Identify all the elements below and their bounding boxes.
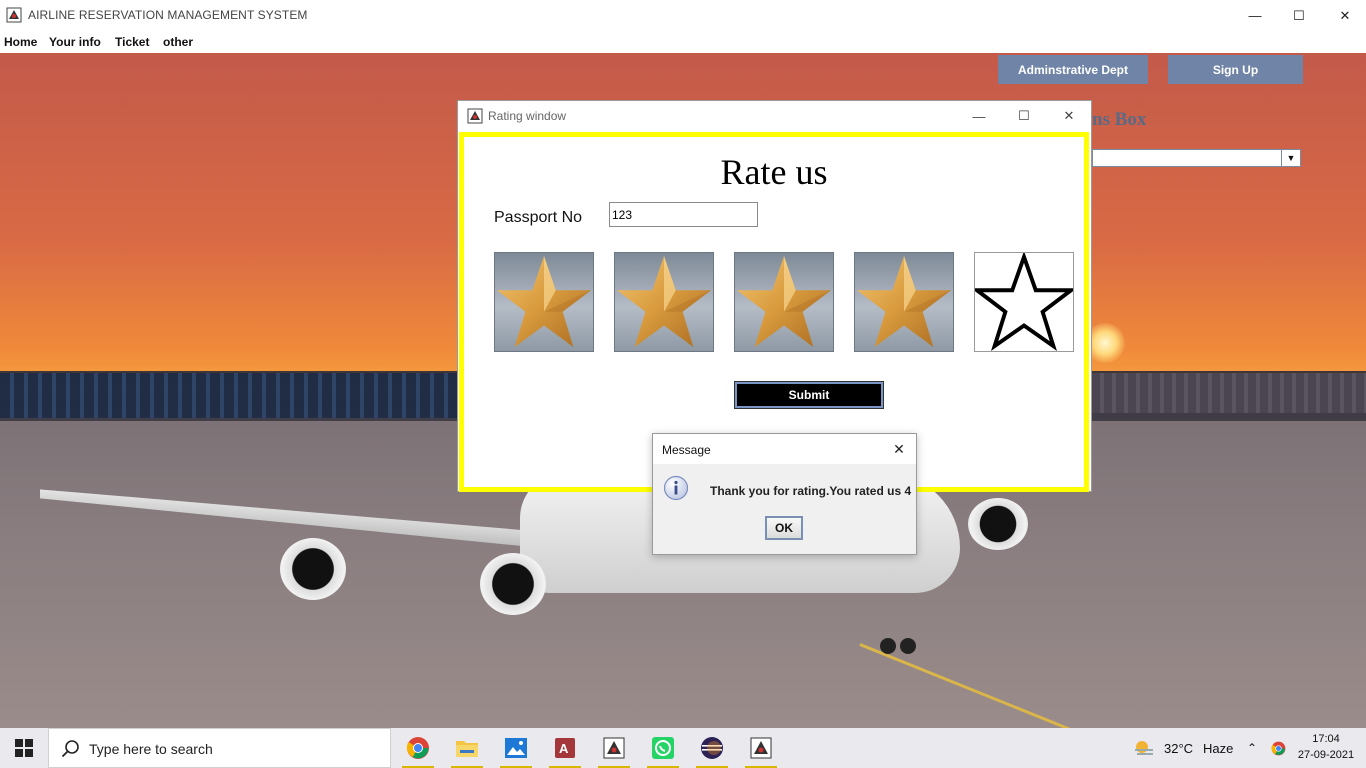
landing-gear xyxy=(880,638,896,654)
rating-maximize-button[interactable]: ☐ xyxy=(1001,101,1047,131)
star-filled-icon xyxy=(496,255,592,348)
message-close-button[interactable]: ✕ xyxy=(886,437,912,461)
menu-bar: Home Your info Ticket other xyxy=(0,31,1366,54)
show-hidden-icons-button[interactable]: ⌃ xyxy=(1247,728,1257,768)
landing-gear xyxy=(900,638,916,654)
clock-date: 27-09-2021 xyxy=(1297,749,1355,761)
maximize-icon: ☐ xyxy=(1018,108,1030,123)
taskbar-java-app[interactable] xyxy=(594,728,634,768)
airplane-engine xyxy=(480,553,546,615)
questions-dropdown[interactable]: ▼ xyxy=(1092,149,1301,167)
taskbar: Type here to search A 32°C Haze ⌃ 17:04 … xyxy=(0,728,1366,768)
chevron-down-icon[interactable]: ▼ xyxy=(1281,150,1300,166)
chrome-icon xyxy=(406,737,429,759)
clock-time: 17:04 xyxy=(1312,733,1340,745)
menu-ticket[interactable]: Ticket xyxy=(115,35,149,49)
star-filled-icon xyxy=(856,255,952,348)
minimize-button[interactable]: — xyxy=(1232,0,1278,31)
menu-your-info[interactable]: Your info xyxy=(49,35,101,49)
maximize-icon: ☐ xyxy=(1293,7,1305,23)
app-title-bar: AIRLINE RESERVATION MANAGEMENT SYSTEM — … xyxy=(0,0,1366,31)
airport-terminal xyxy=(0,373,470,418)
taskbar-search-box[interactable]: Type here to search xyxy=(48,728,391,768)
search-icon xyxy=(61,740,79,758)
airport-terminal-right xyxy=(1092,373,1366,413)
weather-widget[interactable]: 32°C Haze xyxy=(1133,728,1233,768)
maximize-button[interactable]: ☐ xyxy=(1276,0,1322,31)
eclipse-icon xyxy=(701,737,723,759)
close-icon: ✕ xyxy=(1063,108,1075,123)
rating-minimize-button[interactable]: — xyxy=(956,101,1002,131)
page-title: Rate us xyxy=(720,152,828,192)
tray-chrome[interactable] xyxy=(1271,728,1286,768)
airplane-engine xyxy=(968,498,1028,550)
taskbar-access[interactable]: A xyxy=(545,728,585,768)
taskbar-java-app-2[interactable] xyxy=(741,728,781,768)
whatsapp-icon xyxy=(652,737,674,759)
close-button[interactable]: ✕ xyxy=(1322,0,1366,31)
photos-icon xyxy=(505,738,527,758)
haze-weather-icon xyxy=(1135,741,1153,755)
message-text: Thank you for rating.You rated us 4 xyxy=(710,484,912,498)
message-dialog: Message ✕ Thank you for rating.You rated… xyxy=(652,433,917,555)
menu-other[interactable]: other xyxy=(163,35,193,49)
chevron-up-icon: ⌃ xyxy=(1247,741,1258,755)
file-explorer-icon xyxy=(456,741,478,757)
administrative-dept-button[interactable]: Adminstrative Dept xyxy=(998,55,1148,84)
rating-close-button[interactable]: ✕ xyxy=(1046,101,1092,131)
passport-input[interactable] xyxy=(609,202,758,227)
message-title-bar: Message ✕ xyxy=(653,434,916,464)
taskbar-clock[interactable]: 17:04 27-09-2021 xyxy=(1296,731,1356,763)
java-app-icon xyxy=(603,737,625,759)
weather-temperature: 32°C xyxy=(1164,740,1194,756)
star-filled-icon xyxy=(616,255,712,348)
minimize-icon: — xyxy=(972,108,986,124)
questions-box-label: ns Box xyxy=(1092,109,1147,130)
svg-text:A: A xyxy=(559,741,569,756)
star-5-button[interactable] xyxy=(971,251,1077,352)
passport-label: Passport No xyxy=(494,209,583,226)
java-app-icon xyxy=(467,108,483,124)
sign-up-button[interactable]: Sign Up xyxy=(1168,55,1303,84)
search-placeholder: Type here to search xyxy=(89,741,213,757)
chrome-icon xyxy=(1271,741,1286,755)
windows-icon xyxy=(15,739,33,757)
star-filled-icon xyxy=(736,255,832,348)
star-1-button[interactable] xyxy=(494,252,594,352)
access-icon: A xyxy=(555,738,575,758)
taskbar-whatsapp[interactable] xyxy=(643,728,683,768)
taskbar-chrome[interactable] xyxy=(398,728,438,768)
ok-button[interactable]: OK xyxy=(765,516,803,540)
info-icon xyxy=(663,475,689,501)
start-button[interactable] xyxy=(0,728,48,768)
menu-home[interactable]: Home xyxy=(4,35,37,49)
close-icon: ✕ xyxy=(1339,7,1351,23)
star-outline-icon xyxy=(971,251,1077,352)
rating-window-title-bar: Rating window — ☐ ✕ xyxy=(458,101,1091,131)
java-app-icon xyxy=(750,737,772,759)
window-title: AIRLINE RESERVATION MANAGEMENT SYSTEM xyxy=(28,8,308,22)
taskbar-file-explorer[interactable] xyxy=(447,728,487,768)
star-3-button[interactable] xyxy=(734,252,834,352)
close-icon: ✕ xyxy=(893,440,905,457)
star-4-button[interactable] xyxy=(854,252,954,352)
airplane-engine xyxy=(280,538,346,600)
weather-condition: Haze xyxy=(1203,740,1234,756)
java-app-icon xyxy=(6,7,22,23)
rating-window-title: Rating window xyxy=(488,109,567,123)
message-title: Message xyxy=(662,443,711,457)
minimize-icon: — xyxy=(1248,8,1262,23)
taskbar-photos[interactable] xyxy=(496,728,536,768)
submit-button[interactable]: Submit xyxy=(734,381,884,409)
taskbar-eclipse[interactable] xyxy=(692,728,732,768)
star-2-button[interactable] xyxy=(614,252,714,352)
